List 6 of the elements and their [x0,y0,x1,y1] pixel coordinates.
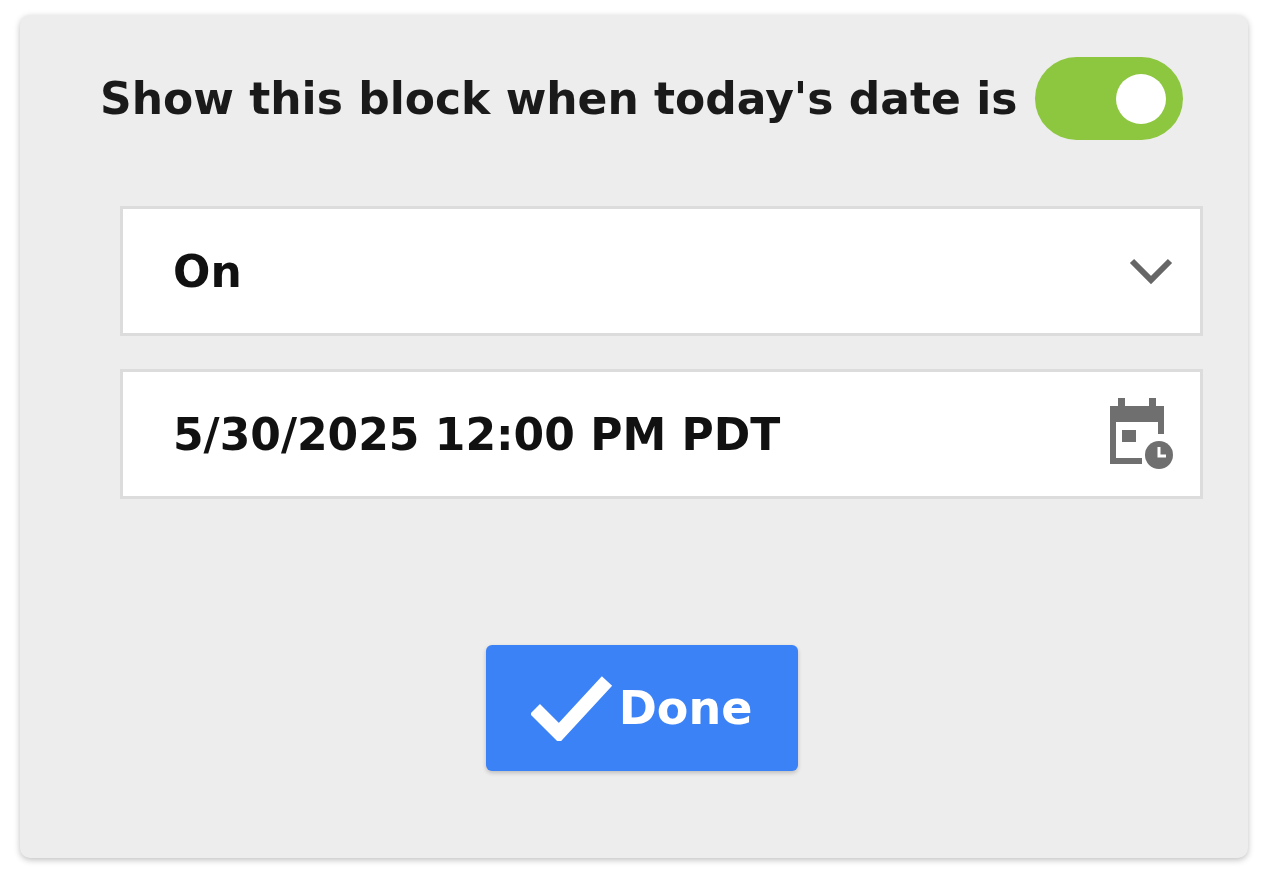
toggle-label: Show this block when today's date is [100,73,1018,124]
condition-select[interactable]: On [120,206,1203,336]
checkmark-icon [530,675,613,741]
done-button[interactable]: Done [485,645,798,771]
chevron-down-icon [1128,257,1174,285]
date-field[interactable]: 5/30/2025 12:00 PM PDT [120,369,1203,499]
